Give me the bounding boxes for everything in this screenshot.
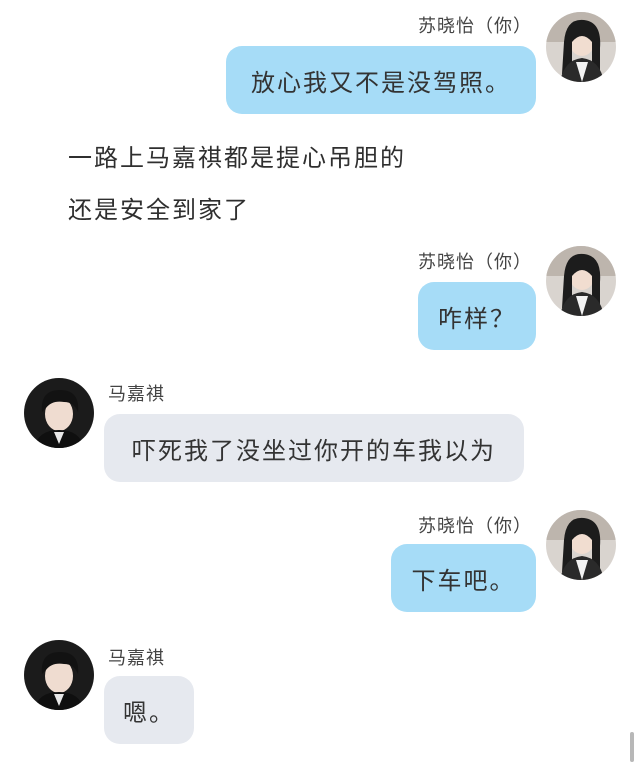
scrollbar[interactable] bbox=[630, 732, 634, 762]
message-bubble: 下车吧。 bbox=[391, 544, 536, 612]
message-row: 苏晓怡（你） 下车吧。 bbox=[0, 504, 640, 624]
contact-avatar-icon[interactable] bbox=[24, 640, 94, 710]
sender-name: 苏晓怡（你） bbox=[418, 16, 532, 37]
message-row: 苏晓怡（你） 咋样？ bbox=[0, 240, 640, 360]
user-avatar-icon[interactable] bbox=[546, 510, 616, 580]
sender-name: 马嘉祺 bbox=[108, 648, 165, 669]
contact-avatar-icon[interactable] bbox=[24, 378, 94, 448]
sender-name: 苏晓怡（你） bbox=[418, 252, 532, 273]
sender-name: 苏晓怡（你） bbox=[418, 516, 532, 537]
user-avatar-icon[interactable] bbox=[546, 246, 616, 316]
message-bubble: 放心我又不是没驾照。 bbox=[226, 46, 536, 114]
narration-line: 一路上马嘉祺都是提心吊胆的 bbox=[68, 144, 406, 172]
message-bubble: 吓死我了没坐过你开的车我以为 bbox=[104, 414, 524, 482]
sender-name: 马嘉祺 bbox=[108, 384, 165, 405]
user-avatar-icon[interactable] bbox=[546, 12, 616, 82]
message-row: 苏晓怡（你） 放心我又不是没驾照。 bbox=[0, 0, 640, 120]
message-bubble: 咋样？ bbox=[418, 282, 536, 350]
narration-line: 还是安全到家了 bbox=[68, 196, 250, 224]
message-row: 马嘉祺 嗯。 bbox=[0, 640, 640, 760]
message-row: 马嘉祺 吓死我了没坐过你开的车我以为 bbox=[0, 376, 640, 496]
message-bubble: 嗯。 bbox=[104, 676, 194, 744]
